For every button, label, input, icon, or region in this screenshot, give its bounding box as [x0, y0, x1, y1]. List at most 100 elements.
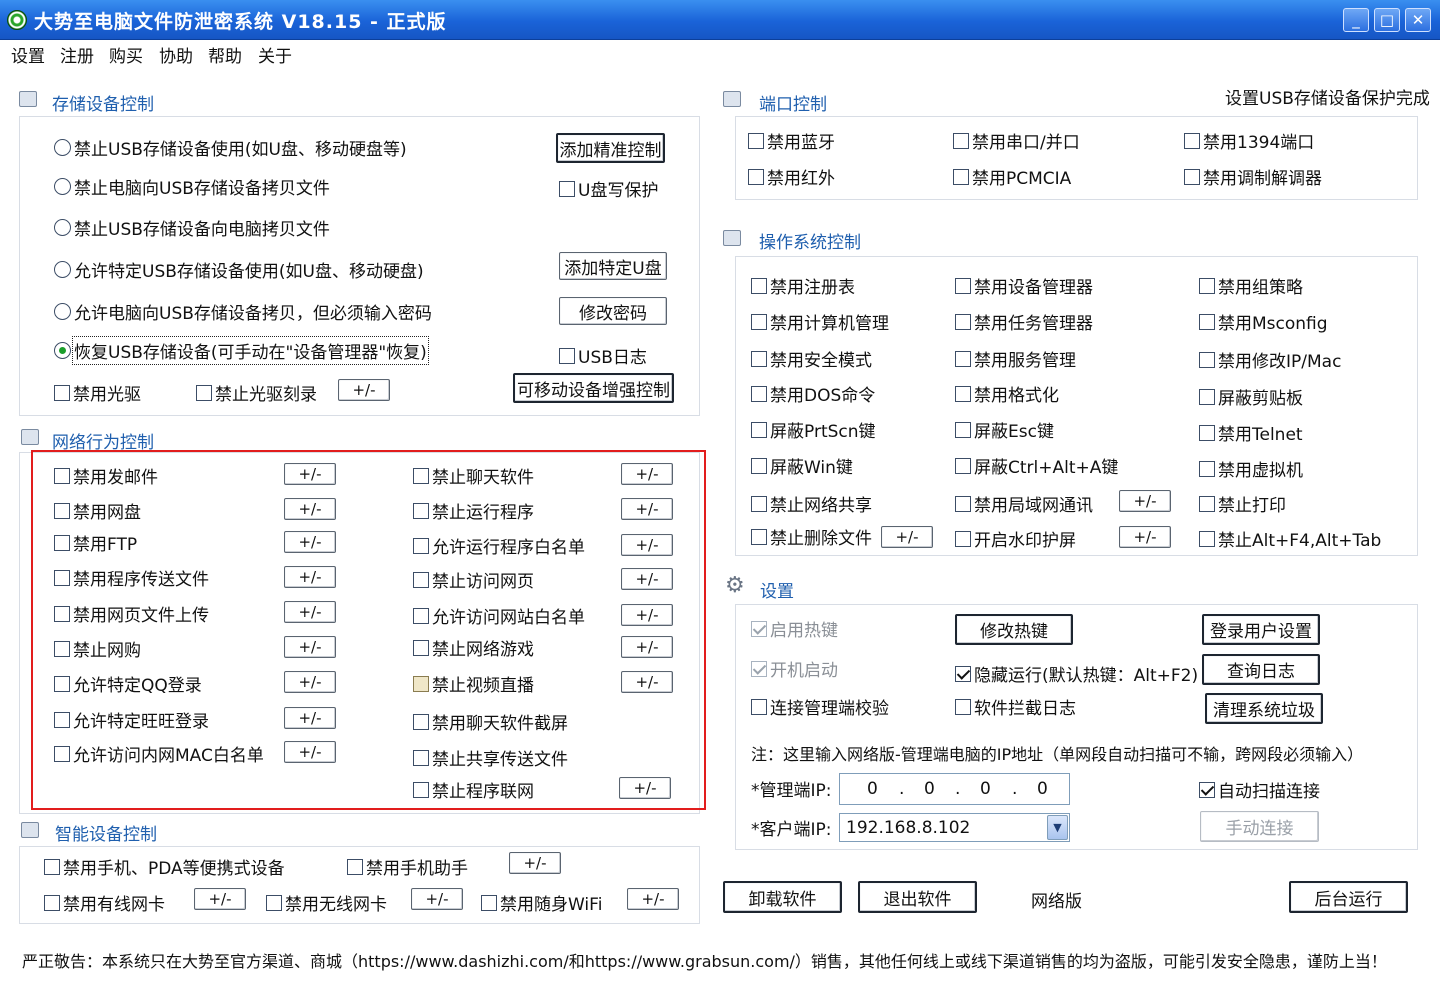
online-game-plus-minus-button[interactable]: +/- — [621, 636, 673, 658]
allow-wangwang-checkbox[interactable]: 允许特定旺旺登录 — [54, 707, 209, 732]
disable-web-access-checkbox[interactable]: 禁止访问网页 — [413, 567, 534, 592]
enable-hotkey-checkbox[interactable]: 启用热键 — [751, 616, 838, 641]
web-access-plus-minus-button[interactable]: +/- — [621, 568, 673, 590]
mac-whitelist-plus-minus-button[interactable]: +/- — [284, 741, 336, 763]
disable-bluetooth-checkbox[interactable]: 禁用蓝牙 — [748, 128, 835, 153]
netdisk-plus-minus-button[interactable]: +/- — [284, 498, 336, 520]
disable-chat-checkbox[interactable]: 禁止聊天软件 — [413, 463, 534, 488]
disable-device-manager-checkbox[interactable]: 禁用设备管理器 — [955, 273, 1093, 298]
close-button[interactable]: ✕ — [1405, 8, 1431, 32]
radio-allow-specific-usb[interactable]: 允许特定USB存储设备使用(如U盘、移动硬盘) — [54, 257, 424, 282]
live-video-plus-minus-button[interactable]: +/- — [621, 671, 673, 693]
disable-ftp-checkbox[interactable]: 禁用FTP — [54, 530, 137, 555]
radio-icon[interactable] — [54, 219, 71, 236]
radio-icon[interactable] — [54, 139, 71, 156]
add-specific-udisk-button[interactable]: 添加特定U盘 — [559, 252, 667, 280]
radio-icon[interactable] — [54, 178, 71, 195]
block-ctrl-alt-a-checkbox[interactable]: 屏蔽Ctrl+Alt+A键 — [955, 453, 1118, 478]
portable-wifi-plus-minus-button[interactable]: +/- — [627, 888, 679, 910]
disable-program-network-checkbox[interactable]: 禁止程序联网 — [413, 777, 534, 802]
disable-share-transfer-checkbox[interactable]: 禁止共享传送文件 — [413, 745, 568, 770]
wired-nic-plus-minus-button[interactable]: +/- — [194, 888, 246, 910]
client-ip-select[interactable]: 192.168.8.102 ▼ — [839, 813, 1070, 842]
phone-assistant-plus-minus-button[interactable]: +/- — [509, 852, 561, 874]
clean-system-button[interactable]: 清理系统垃圾 — [1205, 693, 1323, 724]
disable-program-transfer-checkbox[interactable]: 禁用程序传送文件 — [54, 565, 209, 590]
radio-copy-with-password[interactable]: 允许电脑向USB存储设备拷贝，但必须输入密码 — [54, 299, 432, 324]
menu-buy[interactable]: 购买 — [109, 42, 143, 67]
menu-assist[interactable]: 协助 — [159, 42, 193, 67]
qq-plus-minus-button[interactable]: +/- — [284, 671, 336, 693]
disable-chat-screenshot-checkbox[interactable]: 禁用聊天软件截屏 — [413, 709, 568, 734]
menu-settings[interactable]: 设置 — [11, 42, 45, 67]
disable-phone-checkbox[interactable]: 禁用手机、PDA等便携式设备 — [44, 854, 285, 879]
disable-dos-checkbox[interactable]: 禁用DOS命令 — [751, 381, 875, 406]
radio-checked-icon[interactable] — [54, 342, 71, 359]
disable-task-manager-checkbox[interactable]: 禁用任务管理器 — [955, 309, 1093, 334]
block-prtscn-checkbox[interactable]: 屏蔽PrtScn键 — [751, 417, 876, 442]
disable-live-video-checkbox[interactable]: 禁止视频直播 — [413, 671, 534, 696]
wireless-nic-plus-minus-button[interactable]: +/- — [411, 888, 463, 910]
disable-infrared-checkbox[interactable]: 禁用红外 — [748, 164, 835, 189]
maximize-button[interactable]: □ — [1374, 8, 1400, 32]
radio-icon[interactable] — [54, 303, 71, 320]
manager-ip-input[interactable]: 0 . 0 . 0 . 0 — [839, 773, 1070, 805]
disable-delete-file-checkbox[interactable]: 禁止删除文件 — [751, 524, 872, 549]
minimize-button[interactable]: _ — [1343, 8, 1369, 32]
allow-mac-whitelist-checkbox[interactable]: 允许访问内网MAC白名单 — [54, 741, 264, 766]
lan-comm-plus-minus-button[interactable]: +/- — [1119, 490, 1171, 512]
change-password-button[interactable]: 修改密码 — [559, 297, 667, 325]
disable-run-program-checkbox[interactable]: 禁止运行程序 — [413, 498, 534, 523]
udisk-write-protect-checkbox[interactable]: U盘写保护 — [559, 176, 658, 201]
block-clipboard-checkbox[interactable]: 屏蔽剪贴板 — [1199, 384, 1303, 409]
radio-block-copy-from-usb[interactable]: 禁止USB存储设备向电脑拷贝文件 — [54, 215, 330, 240]
hidden-run-checkbox[interactable]: 隐藏运行(默认热键：Alt+F2) — [955, 661, 1198, 686]
intercept-log-checkbox[interactable]: 软件拦截日志 — [955, 694, 1076, 719]
disable-serial-parallel-checkbox[interactable]: 禁用串口/并口 — [953, 128, 1080, 153]
disable-safe-mode-checkbox[interactable]: 禁用安全模式 — [751, 346, 872, 371]
radio-restore-usb[interactable]: 恢复USB存储设备(可手动在"设备管理器"恢复) — [54, 336, 429, 365]
uninstall-button[interactable]: 卸载软件 — [723, 881, 842, 913]
disable-pcmcia-checkbox[interactable]: 禁用PCMCIA — [953, 164, 1071, 189]
cdrom-plus-minus-button[interactable]: +/- — [338, 379, 390, 401]
allow-qq-checkbox[interactable]: 允许特定QQ登录 — [54, 671, 202, 696]
menu-register[interactable]: 注册 — [60, 42, 94, 67]
site-whitelist-plus-minus-button[interactable]: +/- — [621, 604, 673, 626]
allow-site-whitelist-checkbox[interactable]: 允许访问网站白名单 — [413, 603, 585, 628]
shopping-plus-minus-button[interactable]: +/- — [284, 636, 336, 658]
disable-netdisk-checkbox[interactable]: 禁用网盘 — [54, 498, 141, 523]
exit-button[interactable]: 退出软件 — [858, 881, 977, 913]
wangwang-plus-minus-button[interactable]: +/- — [284, 707, 336, 729]
program-network-plus-minus-button[interactable]: +/- — [619, 777, 671, 799]
disable-telnet-checkbox[interactable]: 禁用Telnet — [1199, 420, 1303, 445]
disable-burn-checkbox[interactable]: 禁止光驱刻录 — [196, 380, 317, 405]
disable-online-game-checkbox[interactable]: 禁止网络游戏 — [413, 635, 534, 660]
modify-hotkey-button[interactable]: 修改热键 — [955, 614, 1073, 645]
disable-wireless-nic-checkbox[interactable]: 禁用无线网卡 — [266, 890, 387, 915]
ftp-plus-minus-button[interactable]: +/- — [284, 531, 336, 553]
chat-plus-minus-button[interactable]: +/- — [621, 463, 673, 485]
manual-connect-button[interactable]: 手动连接 — [1200, 811, 1319, 842]
block-win-key-checkbox[interactable]: 屏蔽Win键 — [751, 453, 853, 478]
disable-modem-checkbox[interactable]: 禁用调制解调器 — [1184, 164, 1322, 189]
disable-net-share-checkbox[interactable]: 禁止网络共享 — [751, 491, 872, 516]
disable-print-checkbox[interactable]: 禁止打印 — [1199, 491, 1286, 516]
delete-file-plus-minus-button[interactable]: +/- — [881, 526, 933, 548]
background-run-button[interactable]: 后台运行 — [1289, 881, 1408, 913]
block-esc-checkbox[interactable]: 屏蔽Esc键 — [955, 417, 1054, 442]
add-precise-control-button[interactable]: 添加精准控制 — [556, 133, 665, 163]
usb-log-checkbox[interactable]: USB日志 — [559, 343, 647, 368]
program-whitelist-plus-minus-button[interactable]: +/- — [621, 534, 673, 556]
disable-portable-wifi-checkbox[interactable]: 禁用随身WiFi — [481, 890, 602, 915]
disable-shopping-checkbox[interactable]: 禁止网购 — [54, 636, 141, 661]
watermark-plus-minus-button[interactable]: +/- — [1119, 526, 1171, 548]
disable-msconfig-checkbox[interactable]: 禁用Msconfig — [1199, 309, 1328, 334]
radio-block-usb[interactable]: 禁止USB存储设备使用(如U盘、移动硬盘等) — [54, 135, 407, 160]
allow-program-whitelist-checkbox[interactable]: 允许运行程序白名单 — [413, 533, 585, 558]
chevron-down-icon[interactable]: ▼ — [1047, 815, 1068, 840]
disable-format-checkbox[interactable]: 禁用格式化 — [955, 381, 1059, 406]
login-user-settings-button[interactable]: 登录用户设置 — [1202, 614, 1320, 645]
program-transfer-plus-minus-button[interactable]: +/- — [284, 566, 336, 588]
disable-web-upload-checkbox[interactable]: 禁用网页文件上传 — [54, 601, 209, 626]
disable-modify-ip-checkbox[interactable]: 禁用修改IP/Mac — [1199, 347, 1341, 372]
